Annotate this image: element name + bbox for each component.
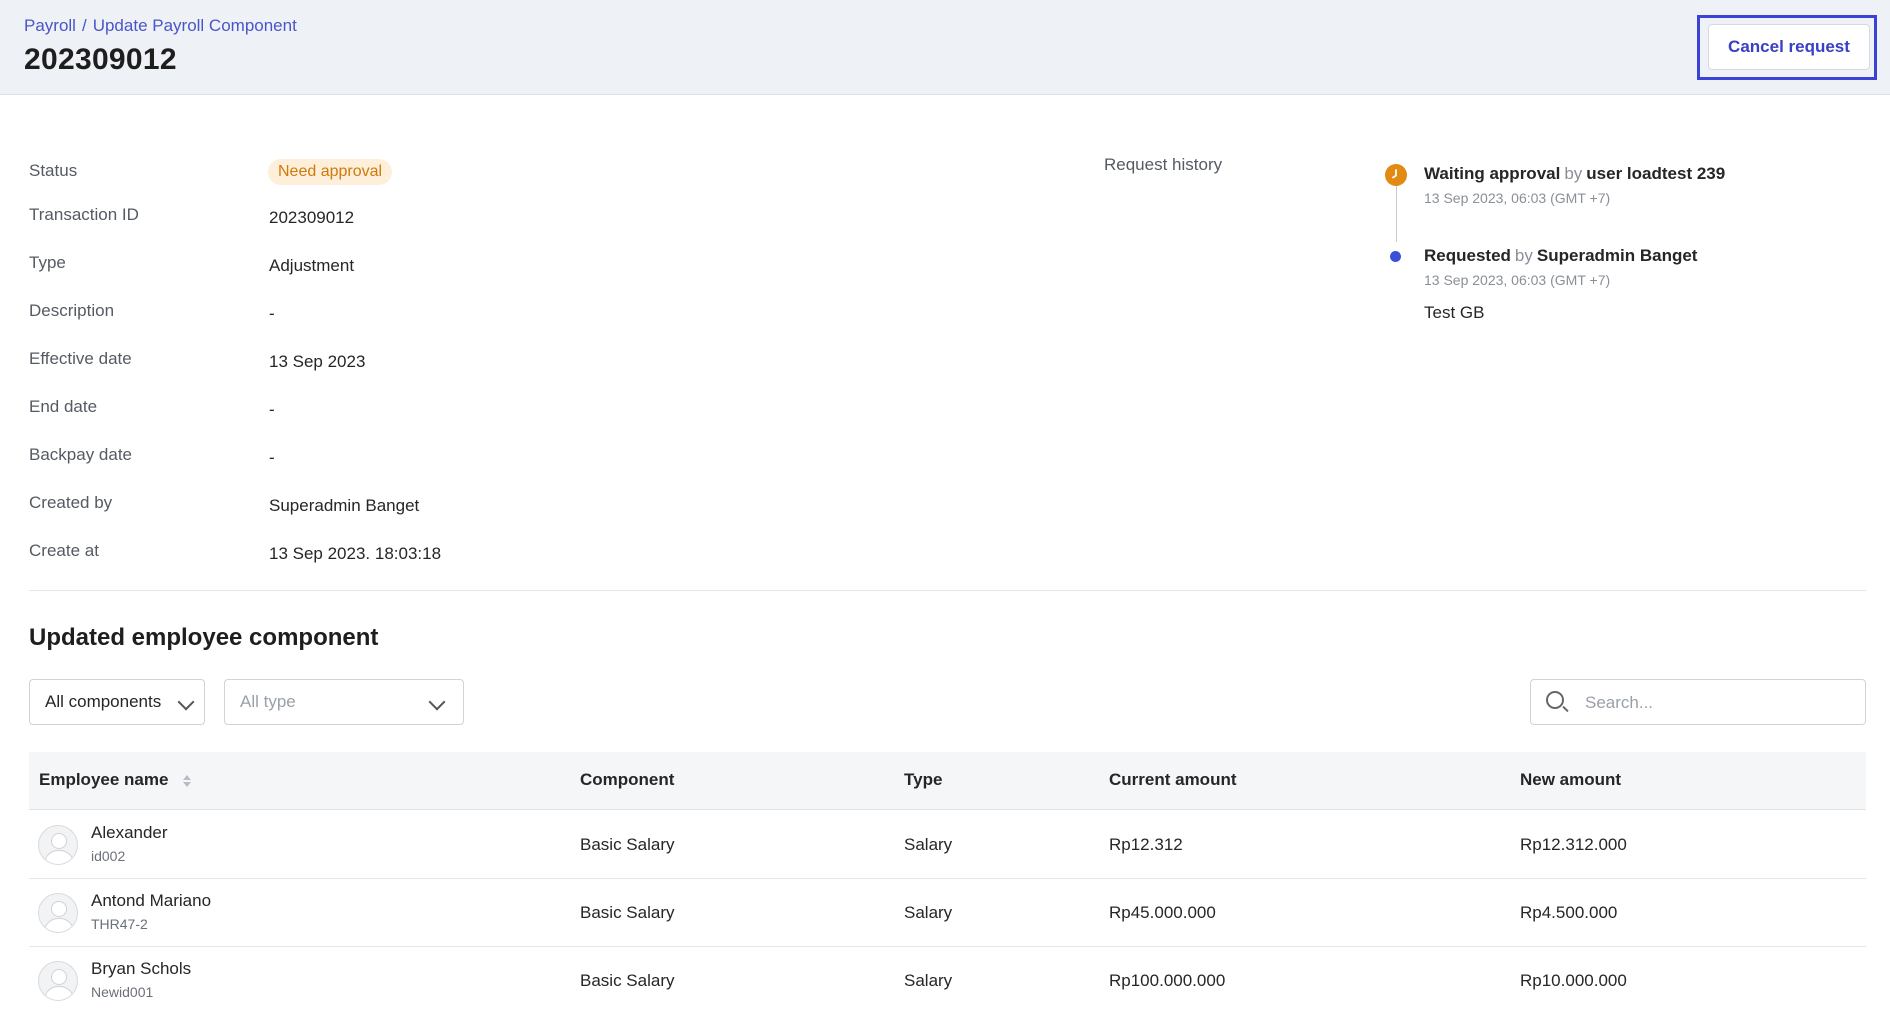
breadcrumb-payroll-link[interactable]: Payroll	[24, 16, 76, 36]
detail-label: Create at	[29, 541, 99, 560]
section-title: Updated employee component	[29, 624, 379, 651]
section-divider	[29, 590, 1866, 591]
column-header-type: Type	[904, 770, 943, 789]
detail-label: End date	[29, 397, 98, 416]
current-amount-cell: Rp45.000.000	[1109, 903, 1216, 922]
new-amount-cell: Rp12.312.000	[1520, 835, 1627, 854]
detail-label: Transaction ID	[29, 205, 139, 224]
detail-label: Created by	[29, 493, 113, 512]
detail-created-by: Created by Superadmin Banget	[29, 493, 629, 517]
page-title: 202309012	[24, 43, 177, 76]
chevron-down-icon	[177, 693, 195, 711]
avatar	[38, 961, 78, 1001]
event-user: Superadmin Banget	[1536, 246, 1698, 265]
components-filter-value: All components	[45, 692, 162, 711]
dot-icon	[1390, 251, 1401, 262]
event-by: by	[1564, 164, 1583, 183]
detail-end-date: End date -	[29, 397, 629, 421]
page-header: Payroll / Update Payroll Component 2023090…	[0, 0, 1890, 95]
avatar	[38, 825, 78, 865]
column-header-component: Component	[580, 770, 675, 789]
detail-value: -	[269, 448, 275, 467]
component-cell: Basic Salary	[580, 835, 675, 854]
type-filter[interactable]: All type	[224, 679, 464, 725]
detail-label: Backpay date	[29, 445, 133, 464]
detail-description: Description -	[29, 301, 629, 325]
detail-label: Status	[29, 161, 78, 180]
event-time: 13 Sep 2023, 06:03 (GMT +7)	[1424, 190, 1611, 206]
current-amount-cell: Rp12.312	[1109, 835, 1183, 854]
new-amount-cell: Rp4.500.000	[1520, 903, 1618, 922]
detail-effective-date: Effective date 13 Sep 2023	[29, 349, 629, 373]
breadcrumb: Payroll / Update Payroll Component	[24, 16, 297, 36]
detail-value: -	[269, 304, 275, 323]
event-time: 13 Sep 2023, 06:03 (GMT +7)	[1424, 272, 1611, 288]
avatar	[38, 893, 78, 933]
detail-value: Superadmin Banget	[269, 496, 420, 515]
search-icon	[1546, 691, 1564, 709]
employee-id: id002	[91, 848, 126, 864]
column-header-current-amount: Current amount	[1109, 770, 1237, 789]
detail-create-at: Create at 13 Sep 2023. 18:03:18	[29, 541, 629, 565]
employee-name: Bryan Schols	[91, 959, 192, 978]
employee-id: THR47-2	[91, 916, 148, 932]
search-box[interactable]	[1530, 679, 1866, 725]
clock-icon	[1385, 164, 1407, 186]
table-header: Employee name Component Type Current amo…	[29, 752, 1866, 810]
timeline-event-waiting: Waiting approval by user loadtest 239	[1424, 164, 1725, 184]
event-action: Requested	[1424, 246, 1511, 265]
search-input[interactable]	[1583, 688, 1857, 718]
timeline-event-requested: Requested by Superadmin Banget	[1424, 246, 1697, 266]
employee-name: Alexander	[91, 823, 168, 842]
detail-label: Description	[29, 301, 115, 320]
table-row[interactable]: Alexander id002 Basic Salary Salary Rp12…	[29, 810, 1866, 879]
detail-value: 202309012	[269, 208, 355, 227]
table-row[interactable]: Antond Mariano THR47-2 Basic Salary Sala…	[29, 878, 1866, 947]
timeline-line	[1396, 184, 1397, 242]
column-label: Employee name	[39, 770, 169, 789]
detail-backpay-date: Backpay date -	[29, 445, 629, 469]
column-header-new-amount: New amount	[1520, 770, 1622, 789]
event-action: Waiting approval	[1424, 164, 1561, 183]
column-header-employee[interactable]: Employee name	[39, 770, 192, 790]
detail-status: Status Need approval	[29, 159, 629, 185]
breadcrumb-current[interactable]: Update Payroll Component	[93, 16, 297, 36]
detail-transaction-id: Transaction ID 202309012	[29, 205, 629, 229]
detail-value: 13 Sep 2023. 18:03:18	[269, 544, 442, 563]
type-filter-value: All type	[240, 692, 296, 711]
breadcrumb-separator: /	[81, 16, 87, 35]
employee-id: Newid001	[91, 984, 154, 1000]
component-cell: Basic Salary	[580, 971, 675, 990]
detail-value: -	[269, 400, 275, 419]
chevron-down-icon	[428, 693, 446, 711]
current-amount-cell: Rp100.000.000	[1109, 971, 1226, 990]
type-cell: Salary	[904, 903, 953, 922]
component-cell: Basic Salary	[580, 903, 675, 922]
request-history-label: Request history	[1104, 155, 1223, 174]
event-user: user loadtest 239	[1586, 164, 1726, 183]
cancel-request-button[interactable]: Cancel request	[1708, 24, 1870, 70]
detail-type: Type Adjustment	[29, 253, 629, 277]
detail-value: 13 Sep 2023	[269, 352, 366, 371]
event-by: by	[1514, 246, 1533, 265]
detail-label: Effective date	[29, 349, 132, 368]
new-amount-cell: Rp10.000.000	[1520, 971, 1627, 990]
detail-label: Type	[29, 253, 66, 272]
sort-icon[interactable]	[183, 774, 192, 787]
status-badge: Need approval	[268, 159, 393, 185]
employee-name: Antond Mariano	[91, 891, 212, 910]
table-row[interactable]: Bryan Schols Newid001 Basic Salary Salar…	[29, 946, 1866, 1014]
detail-value: Adjustment	[269, 256, 355, 275]
components-filter[interactable]: All components	[29, 679, 205, 725]
type-cell: Salary	[904, 971, 953, 990]
event-note: Test GB	[1424, 303, 1485, 322]
type-cell: Salary	[904, 835, 953, 854]
